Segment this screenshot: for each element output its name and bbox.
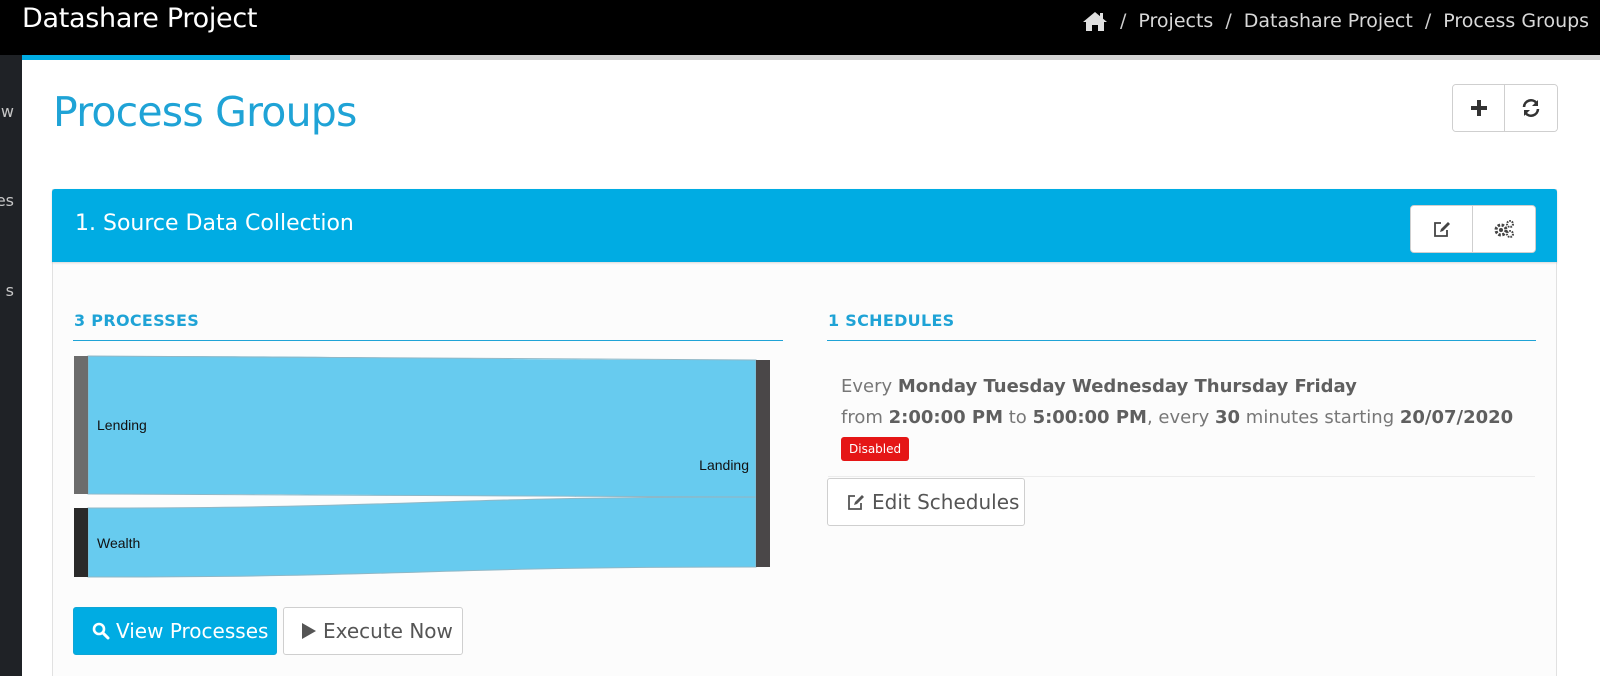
play-icon: [302, 623, 316, 639]
page-progress-bar: [22, 55, 1600, 60]
gears-icon: [1494, 220, 1514, 238]
edit-schedules-label: Edit Schedules: [872, 490, 1020, 514]
refresh-icon: [1522, 99, 1540, 117]
search-icon: [92, 622, 110, 640]
schedule-from-word: from: [841, 407, 883, 428]
breadcrumb-projects[interactable]: Projects: [1138, 10, 1213, 32]
edit-icon: [1433, 222, 1450, 237]
page-progress-fill: [22, 55, 291, 60]
schedule-start-time: 2:00:00 PM: [888, 407, 1004, 428]
sidebar-item-label[interactable]: s: [6, 281, 14, 300]
schedule-interval: 30: [1214, 407, 1241, 428]
edit-schedules-button[interactable]: Edit Schedules: [827, 478, 1025, 526]
schedule-time-line: from 2:00:00 PM to 5:00:00 PM, every 30 …: [841, 407, 1513, 428]
node-lending[interactable]: [74, 356, 88, 494]
processes-heading: 3 PROCESSES: [74, 311, 200, 330]
node-label-lending: Lending: [97, 417, 147, 433]
schedule-divider: [828, 476, 1535, 477]
breadcrumb-separator: /: [1225, 10, 1232, 32]
schedule-days-line: Every Monday Tuesday Wednesday Thursday …: [841, 376, 1357, 397]
sidebar-item-label[interactable]: es: [0, 191, 14, 210]
home-icon[interactable]: [1082, 10, 1108, 32]
top-navbar: Datashare Project / Projects / Datashare…: [0, 0, 1600, 55]
sidebar: w es s: [0, 55, 22, 676]
processes-heading-divider: [73, 340, 783, 341]
execute-now-button[interactable]: Execute Now: [283, 607, 463, 655]
refresh-button[interactable]: [1505, 85, 1557, 131]
schedule-days: Monday Tuesday Wednesday Thursday Friday: [897, 376, 1357, 397]
page-title: Process Groups: [53, 88, 357, 136]
flow-lending-landing: [87, 355, 757, 498]
app-title[interactable]: Datashare Project: [22, 3, 257, 34]
add-group-button[interactable]: [1453, 85, 1505, 131]
schedule-start-date: 20/07/2020: [1399, 407, 1514, 428]
sidebar-item-label[interactable]: w: [1, 102, 14, 121]
node-landing[interactable]: [756, 360, 770, 567]
node-label-wealth: Wealth: [97, 535, 140, 551]
group-actions: [1410, 205, 1536, 253]
plus-icon: [1470, 100, 1487, 116]
schedule-every-label: , every: [1146, 407, 1210, 428]
view-processes-button[interactable]: View Processes: [73, 607, 277, 655]
view-processes-label: View Processes: [116, 619, 269, 643]
process-flow-diagram: Lending Wealth Landing: [74, 355, 770, 578]
schedule-to-word: to: [1008, 407, 1027, 428]
process-group-title: 1. Source Data Collection: [75, 211, 354, 236]
page-actions: [1452, 84, 1558, 132]
schedule-every-word: Every: [841, 376, 893, 397]
status-badge: Disabled: [841, 437, 910, 461]
schedules-heading: 1 SCHEDULES: [828, 311, 955, 330]
execute-now-label: Execute Now: [323, 619, 453, 643]
breadcrumb-separator: /: [1424, 10, 1432, 32]
schedule-end-time: 5:00:00 PM: [1032, 407, 1147, 428]
breadcrumb: / Projects / Datashare Project / Process…: [1082, 7, 1589, 35]
edit-group-button[interactable]: [1411, 206, 1473, 252]
flow-wealth-landing: [87, 496, 757, 578]
edit-icon: [848, 495, 864, 510]
node-wealth[interactable]: [74, 508, 88, 577]
breadcrumb-separator: /: [1120, 10, 1127, 32]
breadcrumb-process-groups[interactable]: Process Groups: [1443, 10, 1589, 32]
breadcrumb-datashare-project[interactable]: Datashare Project: [1244, 10, 1413, 32]
node-label-landing: Landing: [699, 457, 749, 473]
group-settings-button[interactable]: [1473, 206, 1535, 252]
schedules-heading-divider: [827, 340, 1536, 341]
process-group-header: 1. Source Data Collection: [52, 189, 1557, 262]
schedule-minutes-starting: minutes starting: [1245, 407, 1395, 428]
